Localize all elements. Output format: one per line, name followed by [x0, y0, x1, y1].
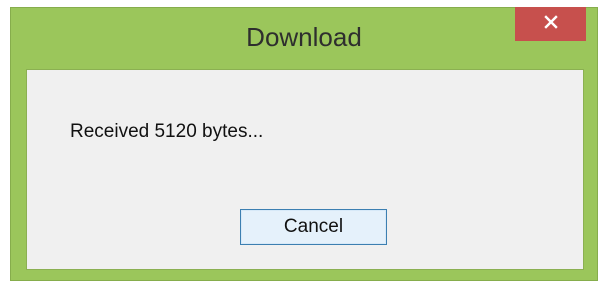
close-button[interactable] [515, 7, 586, 41]
dialog-content: Received 5120 bytes... Cancel [26, 69, 584, 270]
close-icon [543, 14, 559, 35]
download-dialog-window: Download Received 5120 bytes... Cancel [10, 7, 598, 281]
download-status-text: Received 5120 bytes... [70, 121, 264, 142]
cancel-button[interactable]: Cancel [240, 209, 387, 245]
window-title: Download [246, 22, 362, 52]
title-bar[interactable]: Download [11, 7, 597, 69]
